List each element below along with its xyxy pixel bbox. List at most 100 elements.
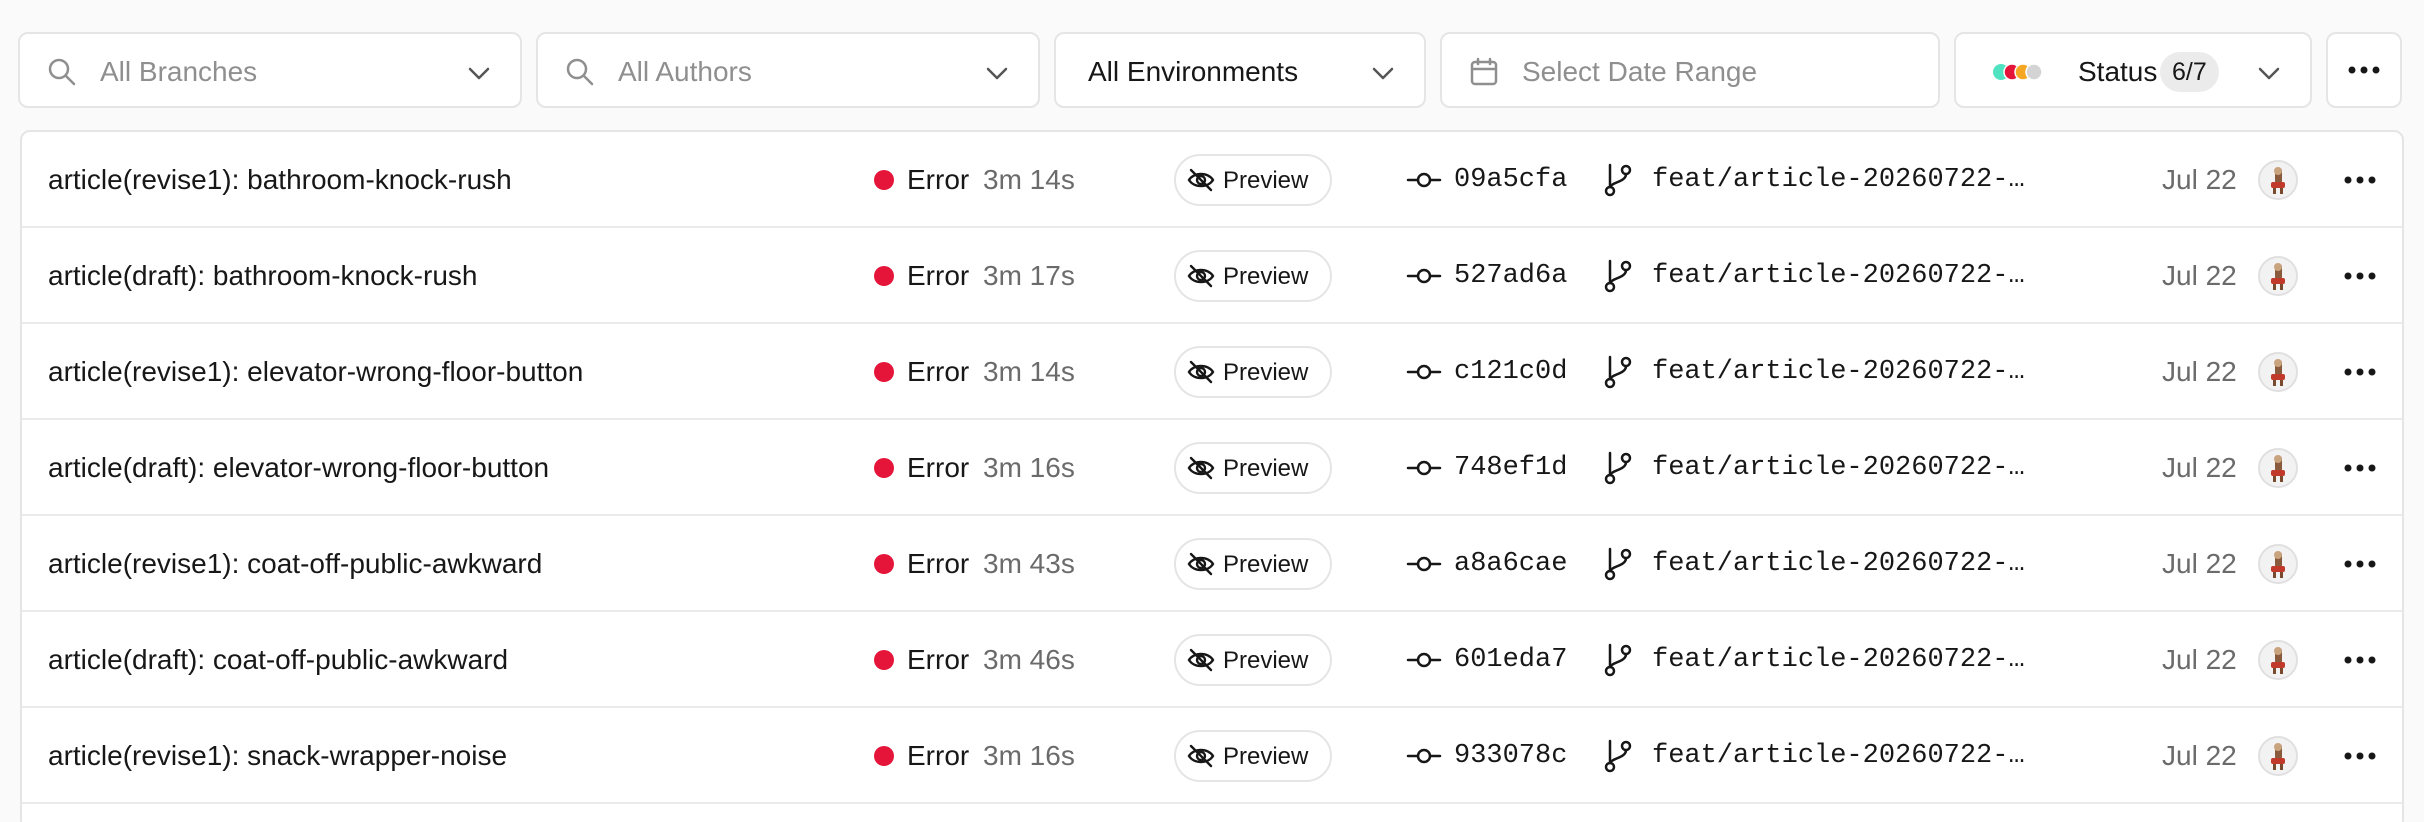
preview-button-label: Preview: [1223, 551, 1309, 578]
ellipsis-icon[interactable]: [2342, 742, 2378, 770]
error-status-dot: [874, 650, 894, 670]
author-avatar[interactable]: [2258, 448, 2298, 488]
eye-icon: [1187, 744, 1215, 768]
deployment-title[interactable]: article(revise1): snack-wrapper-noise: [48, 738, 507, 774]
deployments-list: article(revise1): bathroom-knock-rush Er…: [20, 130, 2404, 822]
filter-bar: All Branches All Authors All Environment…: [18, 32, 2406, 108]
eye-icon: [1187, 360, 1215, 384]
deployment-title[interactable]: article(draft): bathroom-knock-rush: [48, 258, 477, 294]
preview-button[interactable]: Preview: [1174, 634, 1332, 686]
error-status-dot: [874, 170, 894, 190]
ellipsis-icon[interactable]: [2342, 166, 2378, 194]
deployment-status: Error: [907, 644, 970, 675]
git-commit-icon: [1406, 556, 1442, 572]
deployment-status: Error: [907, 548, 970, 579]
preview-button[interactable]: Preview: [1174, 538, 1332, 590]
deployment-date: Jul 22: [2162, 260, 2237, 291]
avatar-image: [2271, 263, 2285, 290]
deployment-row[interactable]: article(revise1): coat-off-public-awkwar…: [22, 516, 2402, 612]
branch-name[interactable]: feat/article-20260722-…: [1652, 354, 2032, 390]
deployment-title[interactable]: article(draft): coat-off-public-awkward: [48, 642, 508, 678]
deployment-title[interactable]: article(revise1): elevator-wrong-floor-b…: [48, 354, 583, 390]
error-status-dot: [874, 746, 894, 766]
chevron-down-icon: [2258, 67, 2280, 80]
error-status-dot: [874, 362, 894, 382]
author-avatar[interactable]: [2258, 160, 2298, 200]
commit-hash[interactable]: 748ef1d: [1454, 450, 1567, 486]
status-filter[interactable]: Status 6/7: [1954, 32, 2312, 108]
deployment-row[interactable]: article(draft): bathroom-knock-rush Erro…: [22, 228, 2402, 324]
branch-name[interactable]: feat/article-20260722-…: [1652, 642, 2032, 678]
deployment-title[interactable]: article(revise1): coat-off-public-awkwar…: [48, 546, 542, 582]
avatar-image: [2271, 551, 2285, 578]
preview-button[interactable]: Preview: [1174, 154, 1332, 206]
preview-button-label: Preview: [1223, 263, 1309, 290]
chevron-down-icon: [986, 67, 1008, 80]
author-avatar[interactable]: [2258, 256, 2298, 296]
preview-button[interactable]: Preview: [1174, 346, 1332, 398]
error-status-dot: [874, 458, 894, 478]
ellipsis-icon[interactable]: [2342, 454, 2378, 482]
preview-button-label: Preview: [1223, 167, 1309, 194]
preview-button-label: Preview: [1223, 455, 1309, 482]
deployment-date: Jul 22: [2162, 452, 2237, 483]
ellipsis-icon[interactable]: [2342, 358, 2378, 386]
eye-icon: [1187, 168, 1215, 192]
deployment-date: Jul 22: [2162, 548, 2237, 579]
author-avatar[interactable]: [2258, 544, 2298, 584]
branch-name[interactable]: feat/article-20260722-…: [1652, 162, 2032, 198]
branch-name[interactable]: feat/article-20260722-…: [1652, 258, 2032, 294]
environment-select[interactable]: All Environments: [1054, 32, 1426, 108]
ellipsis-icon[interactable]: [2342, 262, 2378, 290]
search-icon: [566, 58, 594, 86]
deployment-row[interactable]: article(draft): coat-off-public-awkward …: [22, 612, 2402, 708]
ellipsis-icon[interactable]: [2342, 646, 2378, 674]
ellipsis-icon[interactable]: [2342, 550, 2378, 578]
status-count-badge: 6/7: [2160, 52, 2219, 92]
git-commit-icon: [1406, 268, 1442, 284]
deployment-status: Error: [907, 164, 970, 195]
author-avatar[interactable]: [2258, 352, 2298, 392]
author-avatar[interactable]: [2258, 736, 2298, 776]
author-filter[interactable]: All Authors: [536, 32, 1040, 108]
deployment-title[interactable]: article(revise1): bathroom-knock-rush: [48, 162, 512, 198]
date-range-picker[interactable]: Select Date Range: [1440, 32, 1940, 108]
git-branch-icon: [1604, 163, 1632, 197]
deployment-row[interactable]: article(revise1): snack-wrapper-noise Er…: [22, 708, 2402, 804]
deployment-row[interactable]: article(revise1): bathroom-knock-rush Er…: [22, 132, 2402, 228]
branch-filter[interactable]: All Branches: [18, 32, 522, 108]
preview-button[interactable]: Preview: [1174, 442, 1332, 494]
commit-hash[interactable]: 933078c: [1454, 738, 1567, 774]
branch-name[interactable]: feat/article-20260722-…: [1652, 450, 2032, 486]
preview-button[interactable]: Preview: [1174, 250, 1332, 302]
deployment-status: Error: [907, 740, 970, 771]
more-options-button[interactable]: [2326, 32, 2402, 108]
deployment-title[interactable]: article(draft): elevator-wrong-floor-but…: [48, 450, 549, 486]
author-avatar[interactable]: [2258, 640, 2298, 680]
calendar-icon: [1470, 57, 1498, 86]
avatar-image: [2271, 455, 2285, 482]
deployment-duration: 3m 43s: [983, 548, 1075, 579]
commit-hash[interactable]: 527ad6a: [1454, 258, 1567, 294]
chevron-down-icon: [468, 67, 490, 80]
commit-hash[interactable]: 09a5cfa: [1454, 162, 1567, 198]
commit-hash[interactable]: a8a6cae: [1454, 546, 1567, 582]
chevron-down-icon: [1372, 67, 1394, 80]
git-branch-icon: [1604, 739, 1632, 773]
deployment-status: Error: [907, 356, 970, 387]
environment-value: All Environments: [1088, 56, 1299, 87]
branch-name[interactable]: feat/article-20260722-…: [1652, 738, 2032, 774]
commit-hash[interactable]: c121c0d: [1454, 354, 1567, 390]
git-branch-icon: [1604, 547, 1632, 581]
preview-button[interactable]: Preview: [1174, 730, 1332, 782]
status-filter-label: Status: [2078, 56, 2158, 87]
avatar-image: [2271, 167, 2285, 194]
deployment-row[interactable]: article(revise1): elevator-wrong-floor-b…: [22, 324, 2402, 420]
git-commit-icon: [1406, 748, 1442, 764]
deployment-row[interactable]: article(draft): elevator-wrong-floor-but…: [22, 420, 2402, 516]
deployment-duration: 3m 16s: [983, 740, 1075, 771]
avatar-image: [2271, 647, 2285, 674]
branch-name[interactable]: feat/article-20260722-…: [1652, 546, 2032, 582]
commit-hash[interactable]: 601eda7: [1454, 642, 1567, 678]
git-branch-icon: [1604, 451, 1632, 485]
